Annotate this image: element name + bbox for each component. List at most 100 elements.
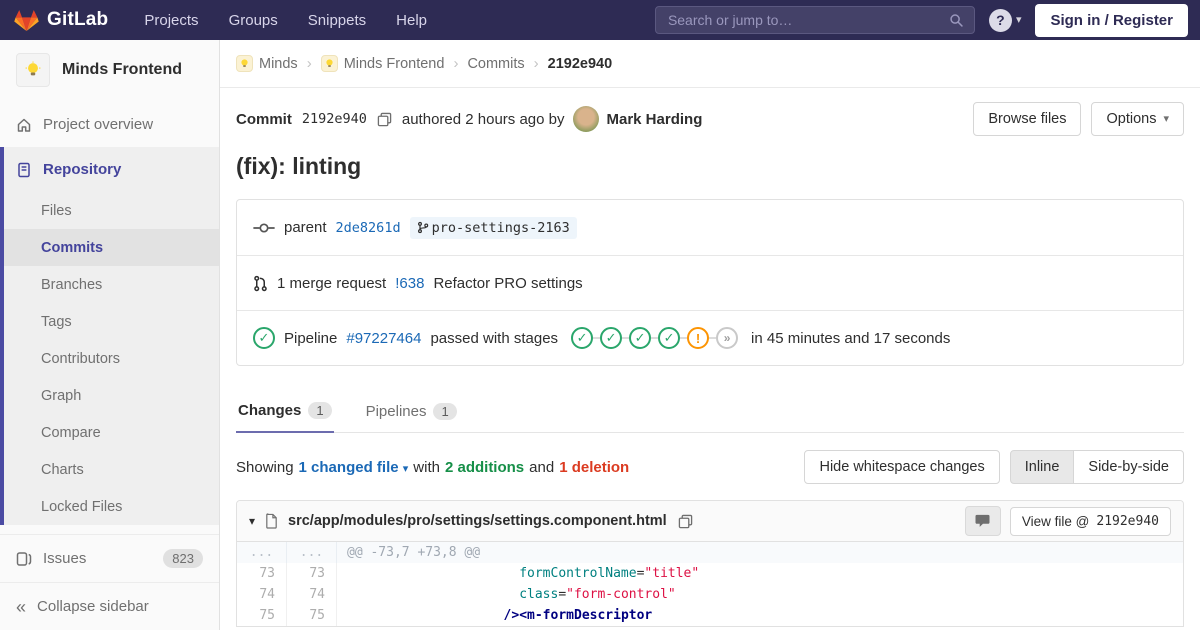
pipeline-stage-more-icon[interactable]: » [716,327,738,349]
author-avatar[interactable] [573,106,599,132]
project-avatar-lightbulb-icon [321,55,338,72]
pipeline-stage-warning-icon[interactable]: ! [687,327,709,349]
branch-icon [417,221,429,234]
copy-path-button[interactable] [676,512,695,531]
help-menu[interactable]: ? ▾ [989,9,1022,32]
diff-line: 7474 class="form-control" [237,584,1183,605]
new-line-number[interactable]: 75 [287,605,337,626]
stage-connector [622,337,629,339]
question-icon[interactable]: ? [989,9,1012,32]
project-context[interactable]: Minds Frontend [0,40,219,102]
sidebar-item-compare[interactable]: Compare [4,414,219,451]
pipeline-stage-success-icon[interactable]: ✓ [571,327,593,349]
view-file-sha: 2192e940 [1096,514,1159,529]
nav-item-help[interactable]: Help [396,12,427,29]
inline-view-button[interactable]: Inline [1010,450,1075,484]
repository-subitems: FilesCommitsBranchesTagsContributorsGrap… [4,192,219,525]
new-line-number[interactable]: 74 [287,584,337,605]
parent-label: parent [284,219,327,236]
parent-sha-link[interactable]: 2de8261d [336,220,401,236]
diff-file-header: ▾ src/app/modules/pro/settings/settings.… [237,501,1183,542]
nav-item-snippets[interactable]: Snippets [308,12,366,29]
collapse-sidebar-button[interactable]: « Collapse sidebar [0,582,219,630]
copy-sha-button[interactable] [375,110,394,129]
project-avatar-lightbulb-icon[interactable] [16,53,50,87]
tab-pipelines-badge: 1 [433,403,456,420]
pipeline-mini-graph: ✓ ✓ ✓ ✓! » [571,327,738,349]
copy-icon [678,514,693,529]
diff-stats-text: Showing 1 changed file ▾ with 2 addition… [236,459,629,476]
old-line-number[interactable]: 75 [237,605,287,626]
search-box[interactable] [655,6,975,34]
toggle-comments-button[interactable] [965,506,1001,536]
and-label: and [529,459,554,476]
pipeline-row: ✓ Pipeline #97227464 passed with stages … [237,310,1183,365]
sidebar-item-graph[interactable]: Graph [4,377,219,414]
pipeline-link[interactable]: #97227464 [346,330,421,347]
commit-parent-row: parent 2de8261d pro-settings-2163 [237,200,1183,255]
new-line-number[interactable]: ... [287,542,337,563]
view-file-button[interactable]: View file @ 2192e940 [1010,507,1171,536]
breadcrumb: Minds › Minds Frontend › Commits › 2192e… [220,40,1200,88]
merge-request-text: 1 merge request [277,275,386,292]
author-name[interactable]: Mark Harding [607,111,703,128]
collapse-diff-caret-icon[interactable]: ▾ [249,514,255,528]
sidebar-item-files[interactable]: Files [4,192,219,229]
pipeline-duration: in 45 minutes and 17 seconds [751,330,950,347]
changed-file-dropdown[interactable]: 1 changed file ▾ [299,459,409,476]
hide-whitespace-button[interactable]: Hide whitespace changes [804,450,999,484]
sidebar-item-charts[interactable]: Charts [4,451,219,488]
breadcrumb-item-minds-frontend[interactable]: Minds Frontend [321,55,445,72]
nav-item-projects[interactable]: Projects [144,12,198,29]
project-title[interactable]: Minds Frontend [62,61,182,79]
sidebar-item-commits[interactable]: Commits [4,229,219,266]
sidebar-item-contributors[interactable]: Contributors [4,340,219,377]
sidebar-item-locked-files[interactable]: Locked Files [4,488,219,525]
merge-request-link[interactable]: !638 [395,275,424,292]
sidebar-item-label: Repository [43,161,203,178]
pipeline-stage-success-icon[interactable]: ✓ [658,327,680,349]
tab-pipelines[interactable]: Pipelines 1 [364,391,459,432]
sidebar-item-repository[interactable]: Repository [4,147,219,192]
sidebar-item-tags[interactable]: Tags [4,303,219,340]
chevron-right-icon: › [453,55,458,72]
browse-files-button[interactable]: Browse files [973,102,1081,136]
old-line-number[interactable]: 73 [237,563,287,584]
old-line-number[interactable]: ... [237,542,287,563]
breadcrumb-label: Commits [467,56,524,72]
file-path[interactable]: src/app/modules/pro/settings/settings.co… [288,513,667,529]
issues-count-badge: 823 [163,549,203,568]
sign-in-register-button[interactable]: Sign in / Register [1035,4,1188,37]
breadcrumb-item-commits[interactable]: Commits [467,56,524,72]
search-input[interactable] [666,11,949,29]
deletions-count: 1 deletion [559,459,629,476]
merge-request-row: 1 merge request !638 Refactor PRO settin… [237,255,1183,310]
commit-authored-text: authored 2 hours ago by [402,111,565,128]
sidebar-item-project-overview[interactable]: Project overview [0,102,219,147]
diff-code: @@ -73,7 +73,8 @@ [337,542,1183,563]
pipeline-stage-success-icon[interactable]: ✓ [600,327,622,349]
caret-down-icon: ▾ [1163,114,1169,125]
breadcrumb-label: Minds Frontend [344,56,445,72]
stage-connector [651,337,658,339]
options-button[interactable]: Options ▾ [1091,102,1184,136]
stage-connector [680,337,687,339]
sidebar-item-branches[interactable]: Branches [4,266,219,303]
search-icon[interactable] [949,13,964,28]
sidebar-nav: Project overview Repository FilesCommits… [0,102,219,582]
breadcrumb-item-minds[interactable]: Minds [236,55,298,72]
side-by-side-view-button[interactable]: Side-by-side [1073,450,1184,484]
tab-changes[interactable]: Changes 1 [236,391,334,433]
pipeline-status-passed-icon[interactable]: ✓ [253,327,275,349]
home-icon [16,117,32,133]
nav-item-groups[interactable]: Groups [229,12,278,29]
pipeline-stage-success-icon[interactable]: ✓ [629,327,651,349]
caret-down-icon: ▾ [403,463,409,475]
view-file-label: View file @ [1022,514,1089,529]
sidebar-item-issues[interactable]: Issues 823 [0,534,219,582]
new-line-number[interactable]: 73 [287,563,337,584]
stage-connector [593,337,600,339]
branch-badge[interactable]: pro-settings-2163 [410,217,577,239]
old-line-number[interactable]: 74 [237,584,287,605]
gitlab-logo[interactable]: GitLab [14,9,108,32]
